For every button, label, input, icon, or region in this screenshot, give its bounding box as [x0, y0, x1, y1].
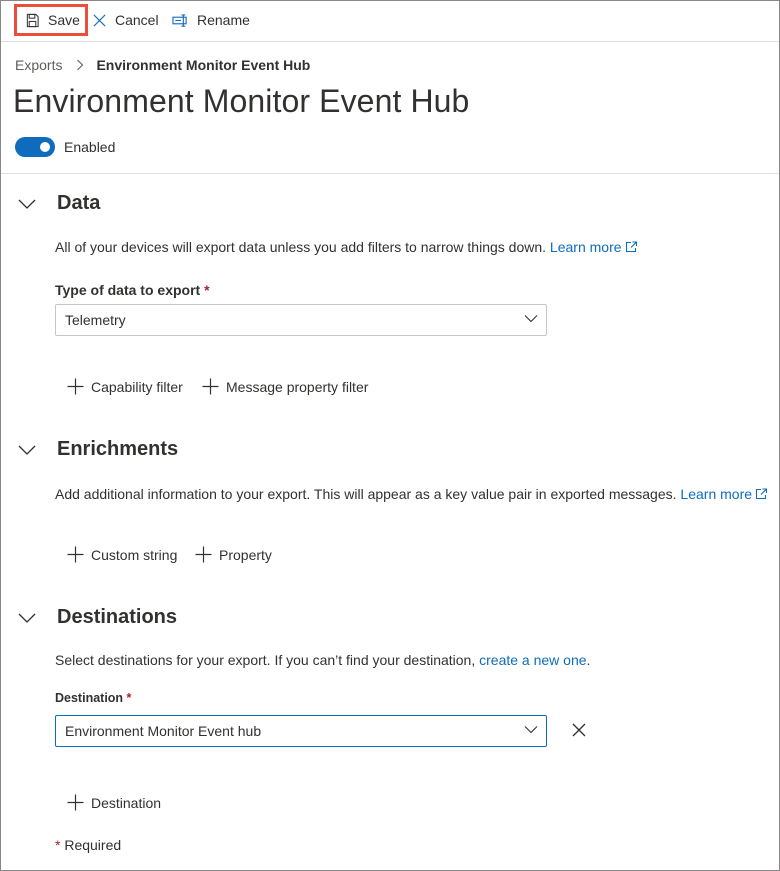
- add-capability-filter-button[interactable]: Capability filter: [67, 378, 183, 395]
- enrichments-section-description: Add additional information to your expor…: [55, 486, 768, 502]
- destinations-section-description: Select destinations for your export. If …: [55, 652, 590, 668]
- breadcrumb-exports-link[interactable]: Exports: [15, 57, 62, 73]
- divider: [1, 173, 779, 174]
- destination-label-text: Destination: [55, 691, 124, 705]
- required-mark: *: [126, 691, 132, 705]
- data-type-label-text: Type of data to export: [55, 282, 201, 298]
- plus-icon: [195, 546, 212, 563]
- required-note: * Required: [55, 837, 121, 853]
- plus-icon: [67, 546, 84, 563]
- data-learn-more-label: Learn more: [549, 239, 622, 255]
- data-type-value: Telemetry: [65, 312, 126, 328]
- export-editor-window: Save Cancel Rename Exports Environment M…: [0, 0, 780, 871]
- chevron-down-icon: [524, 725, 538, 734]
- rename-icon: [172, 13, 187, 27]
- breadcrumb-current: Environment Monitor Event Hub: [96, 57, 311, 73]
- cancel-button[interactable]: Cancel: [92, 6, 159, 34]
- enabled-toggle-row: Enabled: [15, 137, 115, 157]
- enrichments-section-header: Enrichments: [18, 438, 178, 461]
- data-section-header: Data: [18, 192, 100, 215]
- destination-dropdown[interactable]: Environment Monitor Event hub: [55, 715, 547, 747]
- external-link-icon: [755, 488, 768, 500]
- close-icon: [93, 13, 106, 27]
- enabled-label: Enabled: [64, 139, 116, 155]
- data-type-dropdown[interactable]: Telemetry: [55, 304, 547, 336]
- enabled-toggle[interactable]: [15, 137, 55, 157]
- enrichments-section-title: Enrichments: [57, 438, 179, 460]
- command-bar: Save Cancel Rename: [1, 1, 779, 42]
- remove-destination-button[interactable]: [571, 722, 587, 738]
- destinations-description-text: Select destinations for your export. If …: [55, 652, 480, 668]
- capability-filter-label: Capability filter: [91, 378, 183, 395]
- save-icon: [26, 13, 39, 27]
- required-note-text: Required: [60, 837, 122, 853]
- save-button[interactable]: Save: [14, 4, 88, 36]
- save-label: Save: [48, 12, 80, 28]
- plus-icon: [67, 794, 84, 811]
- close-icon: [572, 723, 586, 737]
- add-destination-label: Destination: [91, 794, 162, 811]
- chevron-down-icon[interactable]: [18, 445, 38, 455]
- enrichments-learn-more-label: Learn more: [680, 486, 753, 502]
- add-property-button[interactable]: Property: [195, 546, 272, 563]
- message-property-filter-label: Message property filter: [226, 378, 369, 395]
- chevron-down-icon[interactable]: [18, 199, 38, 209]
- add-message-property-filter-button[interactable]: Message property filter: [202, 378, 368, 395]
- rename-button[interactable]: Rename: [172, 6, 250, 34]
- data-description-text: All of your devices will export data unl…: [55, 239, 550, 255]
- rename-label: Rename: [197, 12, 250, 28]
- chevron-down-icon: [524, 314, 538, 323]
- destinations-description-end: .: [586, 652, 591, 668]
- page-title: Environment Monitor Event Hub: [13, 83, 470, 119]
- plus-icon: [202, 378, 219, 395]
- destinations-section-title: Destinations: [57, 606, 178, 628]
- enrichments-description-text: Add additional information to your expor…: [55, 486, 681, 502]
- add-destination-button[interactable]: Destination: [67, 794, 161, 811]
- data-section-description: All of your devices will export data unl…: [55, 239, 638, 255]
- add-custom-string-button[interactable]: Custom string: [67, 546, 177, 563]
- custom-string-label: Custom string: [91, 546, 178, 563]
- external-link-icon: [625, 241, 637, 253]
- destination-label: Destination *: [55, 691, 131, 705]
- required-mark: *: [204, 282, 210, 298]
- data-type-label: Type of data to export *: [55, 282, 210, 298]
- data-section-title: Data: [57, 192, 101, 214]
- data-learn-more-link[interactable]: Learn more: [550, 239, 638, 255]
- property-label: Property: [219, 546, 272, 563]
- enrichments-learn-more-link[interactable]: Learn more: [680, 486, 768, 502]
- destination-value: Environment Monitor Event hub: [65, 723, 262, 739]
- destinations-section-header: Destinations: [18, 606, 177, 629]
- chevron-right-icon: [76, 59, 84, 71]
- breadcrumb: Exports Environment Monitor Event Hub: [15, 57, 310, 73]
- chevron-down-icon[interactable]: [18, 613, 38, 623]
- cancel-label: Cancel: [115, 12, 159, 28]
- plus-icon: [67, 378, 84, 395]
- create-destination-link[interactable]: create a new one: [479, 652, 586, 668]
- toggle-knob: [40, 142, 50, 152]
